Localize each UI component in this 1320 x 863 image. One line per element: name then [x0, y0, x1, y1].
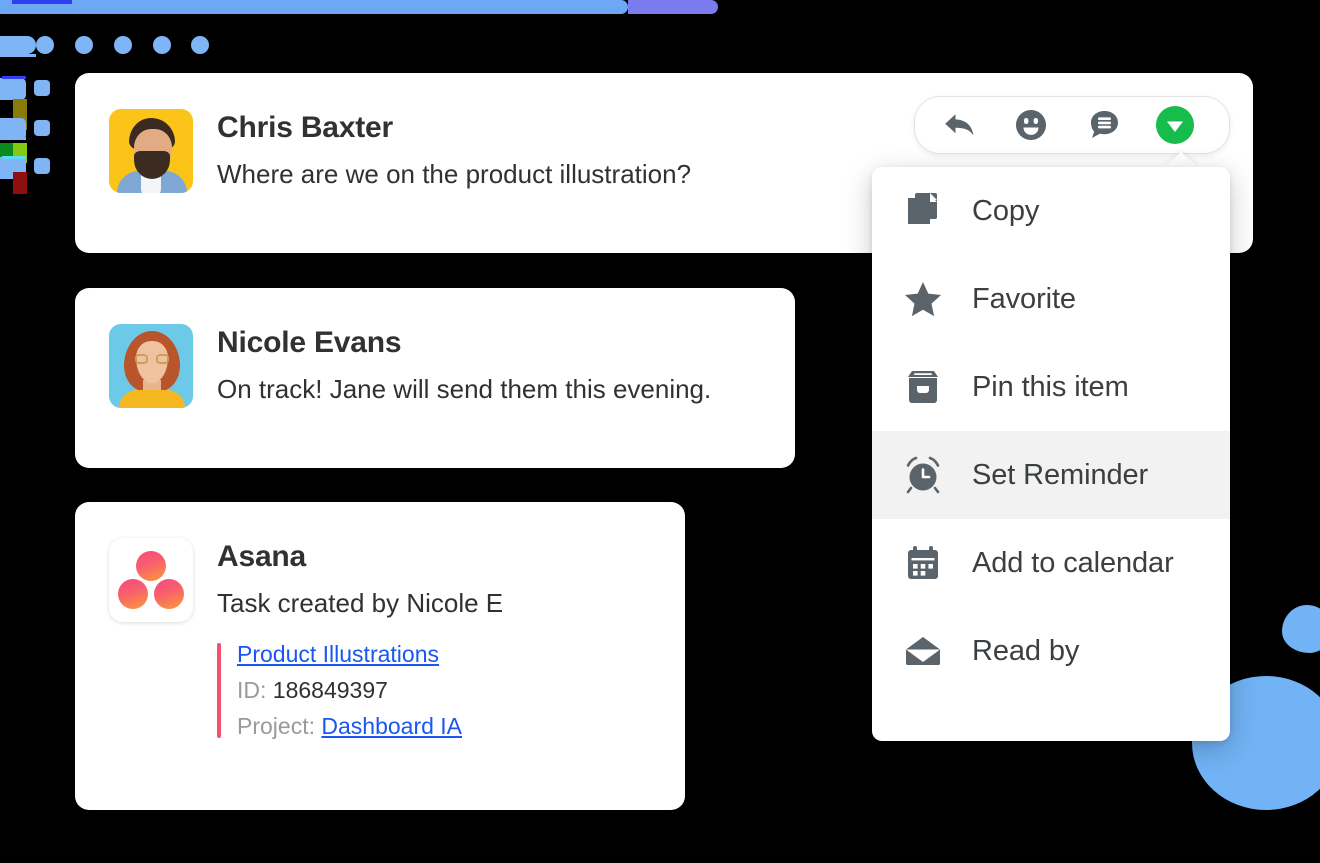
decor-left-row-3-stripe [2, 156, 26, 159]
decor-top-bar-stripe [12, 0, 72, 4]
card-subtitle: Where are we on the product illustration… [217, 158, 692, 189]
task-id-label: ID: [237, 677, 267, 703]
decor-dot-6 [191, 36, 209, 54]
reply-icon [945, 114, 974, 136]
envelope-icon [902, 636, 944, 666]
menu-item-read-by[interactable]: Read by [872, 607, 1230, 695]
decor-dot-4 [114, 36, 132, 54]
asana-task-card[interactable]: Asana Task created by Nicole E Product I… [75, 502, 685, 810]
asana-task-detail: Product Illustrations ID: 186849397 Proj… [217, 641, 503, 740]
menu-item-label: Read by [972, 634, 1080, 667]
decor-dot-5 [153, 36, 171, 54]
task-project-row: Project: Dashboard IA [237, 713, 503, 740]
card-subtitle: On track! Jane will send them this eveni… [217, 373, 712, 404]
task-id-value: 186849397 [272, 677, 388, 703]
decor-dot-1 [4, 36, 22, 54]
menu-item-label: Copy [972, 194, 1040, 227]
emoji-button[interactable]: Add reaction [1009, 103, 1053, 147]
decor-left-dot-2 [34, 120, 50, 136]
card-title: Asana [217, 540, 307, 573]
menu-caret-icon [1163, 152, 1199, 168]
decor-underline [0, 54, 36, 57]
decor-crimson-block [13, 172, 27, 194]
task-id-row: ID: 186849397 [237, 677, 503, 704]
archive-icon [902, 370, 944, 404]
decor-left-dot-1 [34, 80, 50, 96]
decor-dot-3 [75, 36, 93, 54]
decor-left-row-2-stripe [2, 137, 26, 140]
decor-left-dot-3 [34, 158, 50, 174]
menu-item-label: Favorite [972, 282, 1076, 315]
reply-button[interactable]: Reply [937, 103, 981, 147]
calendar-icon [902, 545, 944, 581]
card-subtitle: Task created by Nicole E [217, 587, 504, 618]
task-link[interactable]: Product Illustrations [237, 641, 439, 667]
screenshot-root: Chris Baxter Where are we on the product… [0, 0, 1320, 863]
comment-icon [1091, 111, 1118, 138]
star-icon [902, 281, 944, 317]
task-project-link[interactable]: Dashboard IA [321, 713, 462, 739]
asana-logo-icon [109, 538, 193, 622]
task-project-label: Project: [237, 713, 315, 739]
dropdown-caret-icon [1156, 106, 1194, 144]
menu-item-copy[interactable]: Copy [872, 167, 1230, 255]
emoji-icon [1016, 110, 1046, 140]
copy-icon [902, 192, 944, 230]
decor-top-bar-accent [628, 0, 718, 14]
message-action-toolbar: Reply Add reaction Comment Mo [914, 96, 1230, 154]
comment-button[interactable]: Comment [1081, 103, 1125, 147]
menu-item-set-reminder[interactable]: Set Reminder [872, 431, 1230, 519]
decor-left-row-1-stripe [2, 76, 26, 79]
decor-blob-small [1282, 605, 1320, 653]
menu-item-favorite[interactable]: Favorite [872, 255, 1230, 343]
alarm-icon [902, 456, 944, 494]
menu-item-label: Pin this item [972, 370, 1129, 403]
more-actions-button[interactable]: More actions [1153, 103, 1197, 147]
menu-item-add-to-calendar[interactable]: Add to calendar [872, 519, 1230, 607]
decor-dot-2 [36, 36, 54, 54]
menu-item-pin-this-item[interactable]: Pin this item [872, 343, 1230, 431]
menu-item-label: Set Reminder [972, 458, 1149, 491]
chris-baxter-avatar [109, 109, 193, 193]
card-title: Nicole Evans [217, 326, 402, 359]
decor-top-bar [0, 0, 628, 14]
message-card-nicole-evans[interactable]: Nicole Evans On track! Jane will send th… [75, 288, 795, 468]
card-title: Chris Baxter [217, 111, 394, 144]
task-link-row: Product Illustrations [237, 641, 503, 668]
context-menu: Copy Favorite Pin this item Set Reminder… [872, 167, 1230, 741]
menu-item-label: Add to calendar [972, 546, 1174, 579]
decor-left-row-1 [0, 78, 26, 100]
nicole-evans-avatar [109, 324, 193, 408]
